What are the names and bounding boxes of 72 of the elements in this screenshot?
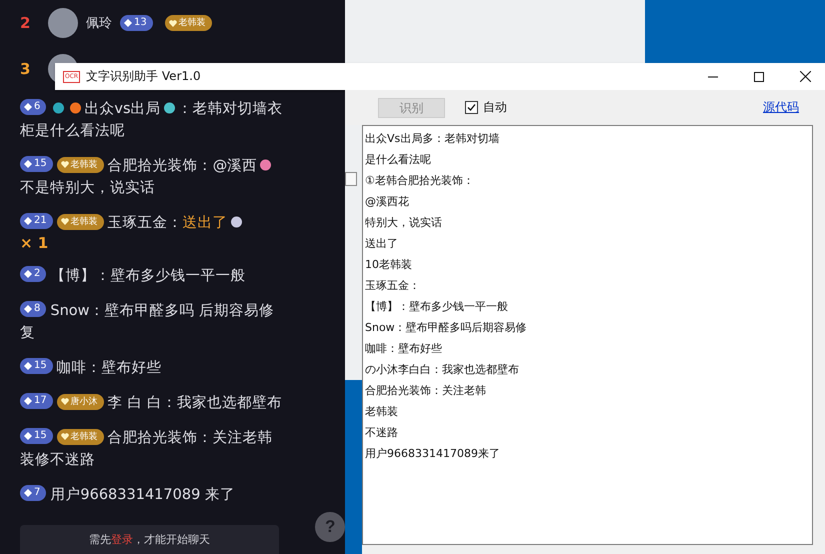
result-line: 老韩装 bbox=[365, 404, 399, 420]
result-line: 用户9668331417089来了 bbox=[365, 446, 501, 462]
diamond-icon bbox=[24, 103, 32, 111]
result-line: 特别大，说实话 bbox=[365, 215, 443, 231]
result-line: 出众Vs出局多：老韩对切墙 bbox=[365, 131, 500, 147]
gift-count: × 1 bbox=[20, 234, 50, 252]
diamond-icon bbox=[24, 489, 32, 497]
level-badge: 6 bbox=[20, 99, 46, 115]
heart-icon bbox=[60, 398, 69, 405]
chat-message: 17 唐小沐 李 白 白：我家也选都壁布 bbox=[20, 392, 285, 414]
chat-message: 15 咖啡：壁布好些 bbox=[20, 357, 285, 379]
rank-number: 2 bbox=[20, 14, 32, 32]
fan-badge: 老韩装 bbox=[56, 156, 104, 172]
close-icon bbox=[800, 71, 810, 82]
fan-badge: 老韩装 bbox=[56, 214, 104, 230]
result-text-area[interactable]: 出众Vs出局多：老韩对切墙 是什么看法呢 ①老韩合肥拾光装饰： @溪西花 特别大，说实话 送出了 10老韩装 玉琢五金： 【博】：壁布多少钱一平一般 Snow：壁布甲醛多吗后期容易修 咖啡：壁布好些 の小沐李白白：我家也选都壁布 合肥拾光装饰：关注老韩 老韩装 不迷路 用户9668331417089来了 bbox=[362, 125, 813, 545]
gift-message: 21 老韩装 玉琢五金：送出了 bbox=[20, 212, 285, 234]
window-title: 文字识别助手 Ver1.0 bbox=[86, 68, 202, 85]
chat-message: 2 【博】：壁布多少钱一平一般 bbox=[20, 265, 285, 287]
diamond-icon bbox=[24, 217, 32, 225]
avatar bbox=[48, 8, 78, 38]
chat-message: 15 老韩装 合肥拾光装饰：关注老韩装修不迷路 bbox=[20, 427, 274, 470]
maximize-icon bbox=[754, 72, 764, 82]
chat-message: 6 出众vs出局 ：老韩对切墙衣柜是什么看法呢 bbox=[20, 98, 284, 141]
result-line: 10老韩装 bbox=[365, 257, 413, 273]
diamond-icon bbox=[24, 397, 32, 405]
diamond-icon bbox=[24, 432, 32, 440]
result-line: 咖啡：壁布好些 bbox=[365, 341, 443, 357]
result-line: 不迷路 bbox=[365, 425, 399, 441]
heart-icon bbox=[60, 218, 69, 225]
chat-message: 8 Snow：壁布甲醛多吗 后期容易修复 bbox=[20, 300, 276, 343]
login-prompt-text: ，才能开始聊天 bbox=[133, 532, 210, 547]
heart-icon bbox=[60, 161, 69, 168]
fan-badge: 老韩装 bbox=[164, 15, 212, 31]
level-badge: 13 bbox=[120, 15, 153, 31]
auto-checkbox[interactable]: 自动 bbox=[465, 99, 743, 116]
heart-icon bbox=[168, 20, 177, 26]
heart-icon bbox=[60, 433, 69, 440]
level-badge: 17 bbox=[20, 393, 53, 409]
diamond-icon bbox=[24, 305, 32, 313]
enter-message: 7 用户9668331417089 来了 bbox=[20, 484, 285, 506]
result-line: 【博】：壁布多少钱一平一般 bbox=[365, 299, 509, 315]
level-badge: 15 bbox=[20, 428, 53, 444]
source-code-link[interactable]: 源代码 bbox=[763, 99, 799, 116]
result-line: 玉琢五金： bbox=[365, 278, 421, 294]
level-badge: 8 bbox=[20, 301, 46, 317]
login-prompt-text: 需先 bbox=[89, 532, 112, 547]
checkbox-label: 自动 bbox=[483, 99, 507, 116]
level-badge: 21 bbox=[20, 213, 53, 229]
diamond-icon bbox=[124, 19, 132, 27]
viewer-name: 佩玲 bbox=[86, 15, 112, 32]
diamond-icon bbox=[24, 362, 32, 370]
result-line: の小沐李白白：我家也选都壁布 bbox=[365, 362, 520, 378]
result-line: 是什么看法呢 bbox=[365, 152, 432, 168]
chat-message: 15 老韩装 合肥拾光装饰：@溪西 不是特别大，说实话 bbox=[20, 155, 285, 199]
diamond-icon bbox=[24, 160, 32, 168]
result-line: Snow：壁布甲醛多吗后期容易修 bbox=[365, 320, 528, 336]
result-line: 送出了 bbox=[365, 236, 399, 252]
checkmark-icon bbox=[467, 103, 476, 112]
level-badge: 7 bbox=[20, 485, 46, 501]
checkbox[interactable] bbox=[465, 101, 478, 114]
level-badge: 15 bbox=[20, 156, 53, 172]
fan-badge: 唐小沐 bbox=[56, 394, 104, 410]
result-line: ①老韩合肥拾光装饰： bbox=[365, 173, 475, 189]
login-link[interactable]: 登录 bbox=[111, 532, 134, 547]
fan-badge: 老韩装 bbox=[56, 428, 104, 444]
level-badge: 15 bbox=[20, 358, 53, 374]
level-badge: 2 bbox=[20, 266, 46, 282]
diamond-icon bbox=[24, 270, 32, 278]
rank-number: 3 bbox=[20, 60, 32, 78]
result-line: @溪西花 bbox=[365, 194, 410, 210]
result-line: 合肥拾光装饰：关注老韩 bbox=[365, 383, 487, 399]
